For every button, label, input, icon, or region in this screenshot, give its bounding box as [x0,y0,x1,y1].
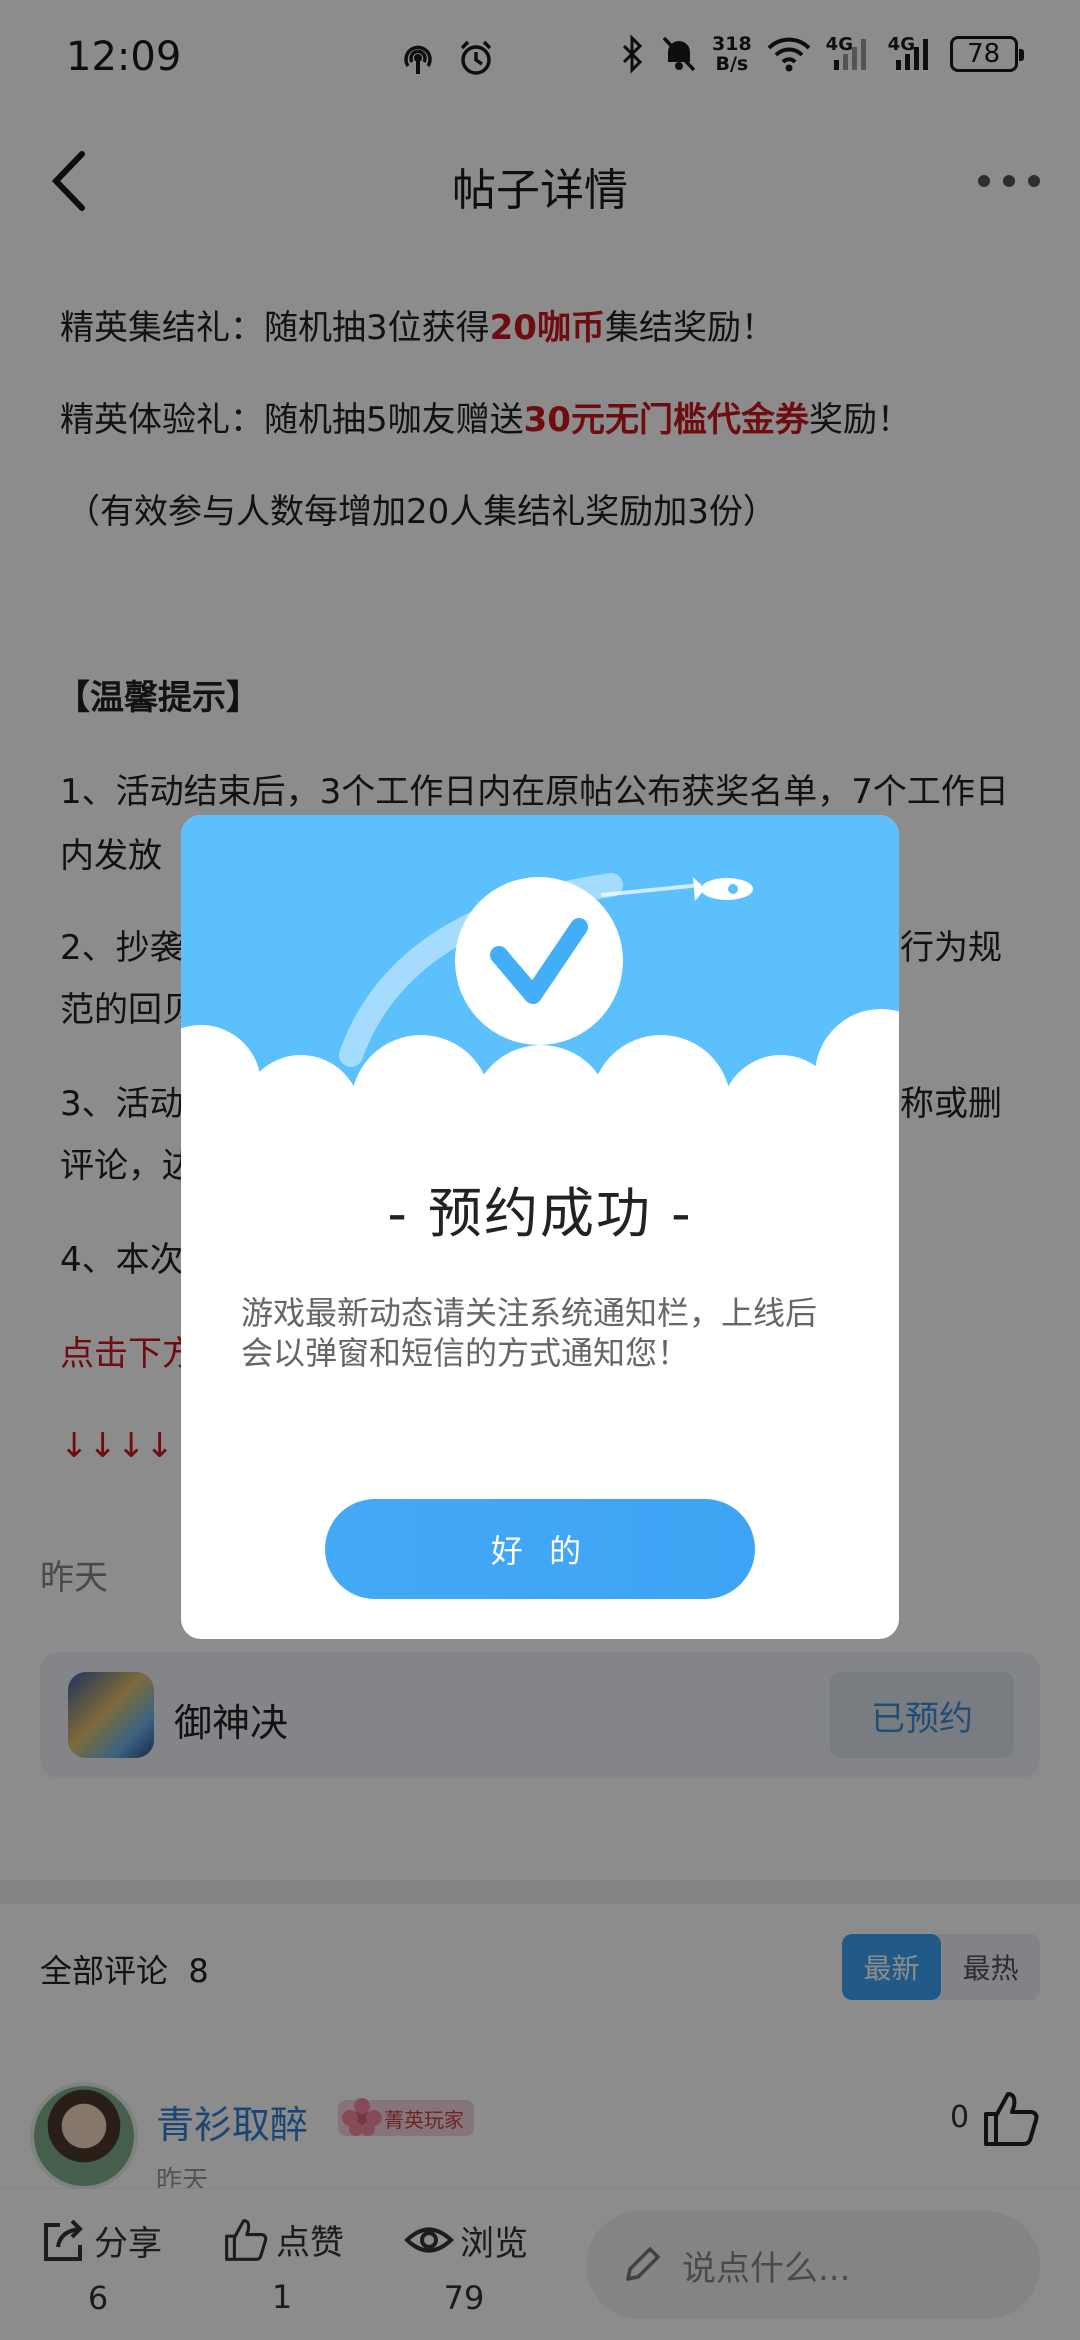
ok-button[interactable]: 好 的 [325,1499,755,1599]
success-illustration [181,815,899,1155]
reservation-success-dialog: - 预约成功 - 游戏最新动态请关注系统通知栏，上线后会以弹窗和短信的方式通知您… [181,815,899,1639]
dialog-title: - 预约成功 - [387,1182,693,1245]
dialog-message: 游戏最新动态请关注系统通知栏，上线后会以弹窗和短信的方式通知您！ [241,1294,818,1372]
